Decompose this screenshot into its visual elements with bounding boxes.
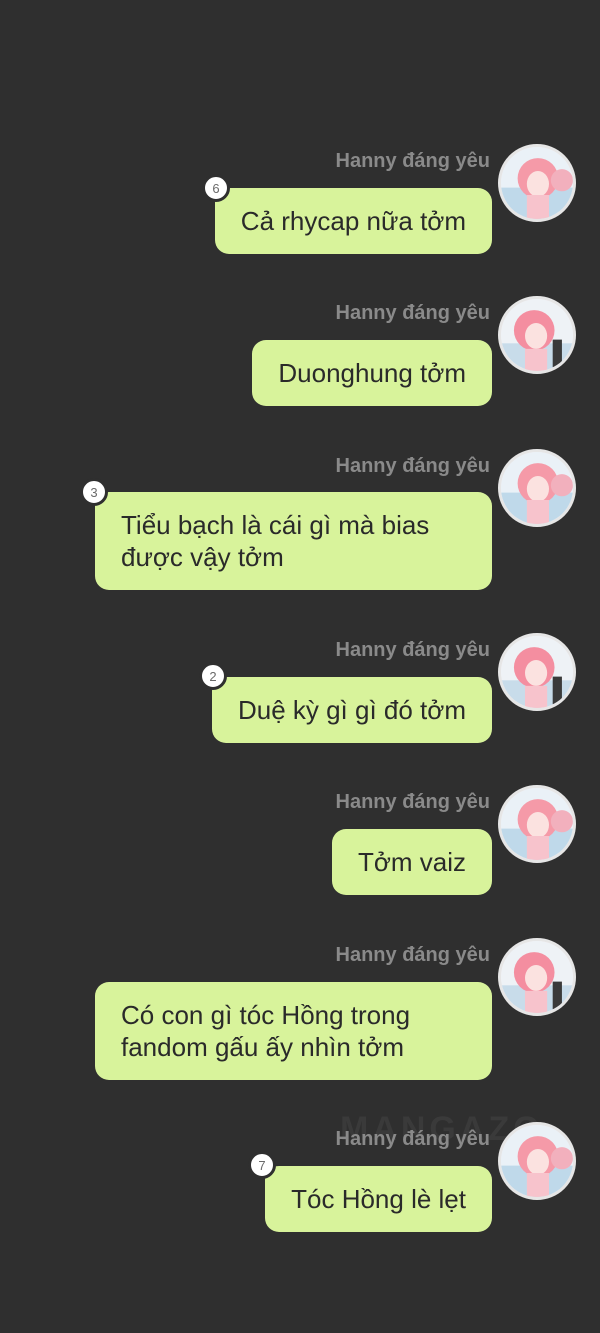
message-text: Tởm vaiz (357, 847, 466, 877)
message-text: Cả rhycap nữa tởm (240, 206, 466, 236)
message-bubble[interactable]: Cả rhycap nữa tởm (214, 188, 492, 254)
message-text-line: Có con gì tóc Hồng trong (121, 1000, 411, 1030)
message-text: Tóc Hồng lè lẹt (291, 1184, 466, 1214)
avatar[interactable] (498, 449, 576, 527)
avatar[interactable] (498, 785, 576, 863)
message-bubble[interactable]: Tóc Hồng lè lẹt (265, 1166, 492, 1232)
sender-name: Hanny đáng yêu (335, 302, 490, 324)
sender-name: Hanny đáng yêu (335, 791, 490, 813)
avatar[interactable] (498, 938, 576, 1016)
message-bubble[interactable]: Tởm vaiz (331, 829, 492, 895)
avatar[interactable] (498, 296, 576, 374)
message-text: Duonghung tởm (278, 358, 466, 388)
avatar[interactable] (498, 633, 576, 711)
sender-name: Hanny đáng yêu (335, 455, 490, 477)
reaction-count-badge[interactable]: 6 (202, 174, 230, 202)
sender-name: Hanny đáng yêu (335, 150, 490, 172)
message-text-line: được vậy tởm (121, 542, 284, 572)
message-bubble[interactable]: Duệ kỳ gì gì đó tởm (211, 677, 492, 743)
message-bubble[interactable]: Có con gì tóc Hồng trong fandom gấu ấy n… (95, 982, 492, 1080)
message-text: Duệ kỳ gì gì đó tởm (237, 695, 466, 725)
reaction-count-badge[interactable]: 2 (199, 662, 227, 690)
reaction-count-badge[interactable]: 3 (80, 478, 108, 506)
sender-name: Hanny đáng yêu (335, 944, 490, 966)
reaction-count-badge[interactable]: 7 (248, 1151, 276, 1179)
sender-name: Hanny đáng yêu (335, 1128, 490, 1150)
message-text-line: Tiểu bạch là cái gì mà bias (121, 510, 430, 540)
avatar[interactable] (498, 1122, 576, 1200)
chat-thread: MANGAZO Hanny đáng yêu Cả rhycap nữa tởm… (0, 0, 600, 1333)
message-bubble[interactable]: Duonghung tởm (252, 340, 492, 406)
message-bubble[interactable]: Tiểu bạch là cái gì mà bias được vậy tởm (95, 492, 492, 590)
sender-name: Hanny đáng yêu (335, 639, 490, 661)
message-text-line: fandom gấu ấy nhìn tởm (121, 1032, 404, 1062)
avatar[interactable] (498, 144, 576, 222)
